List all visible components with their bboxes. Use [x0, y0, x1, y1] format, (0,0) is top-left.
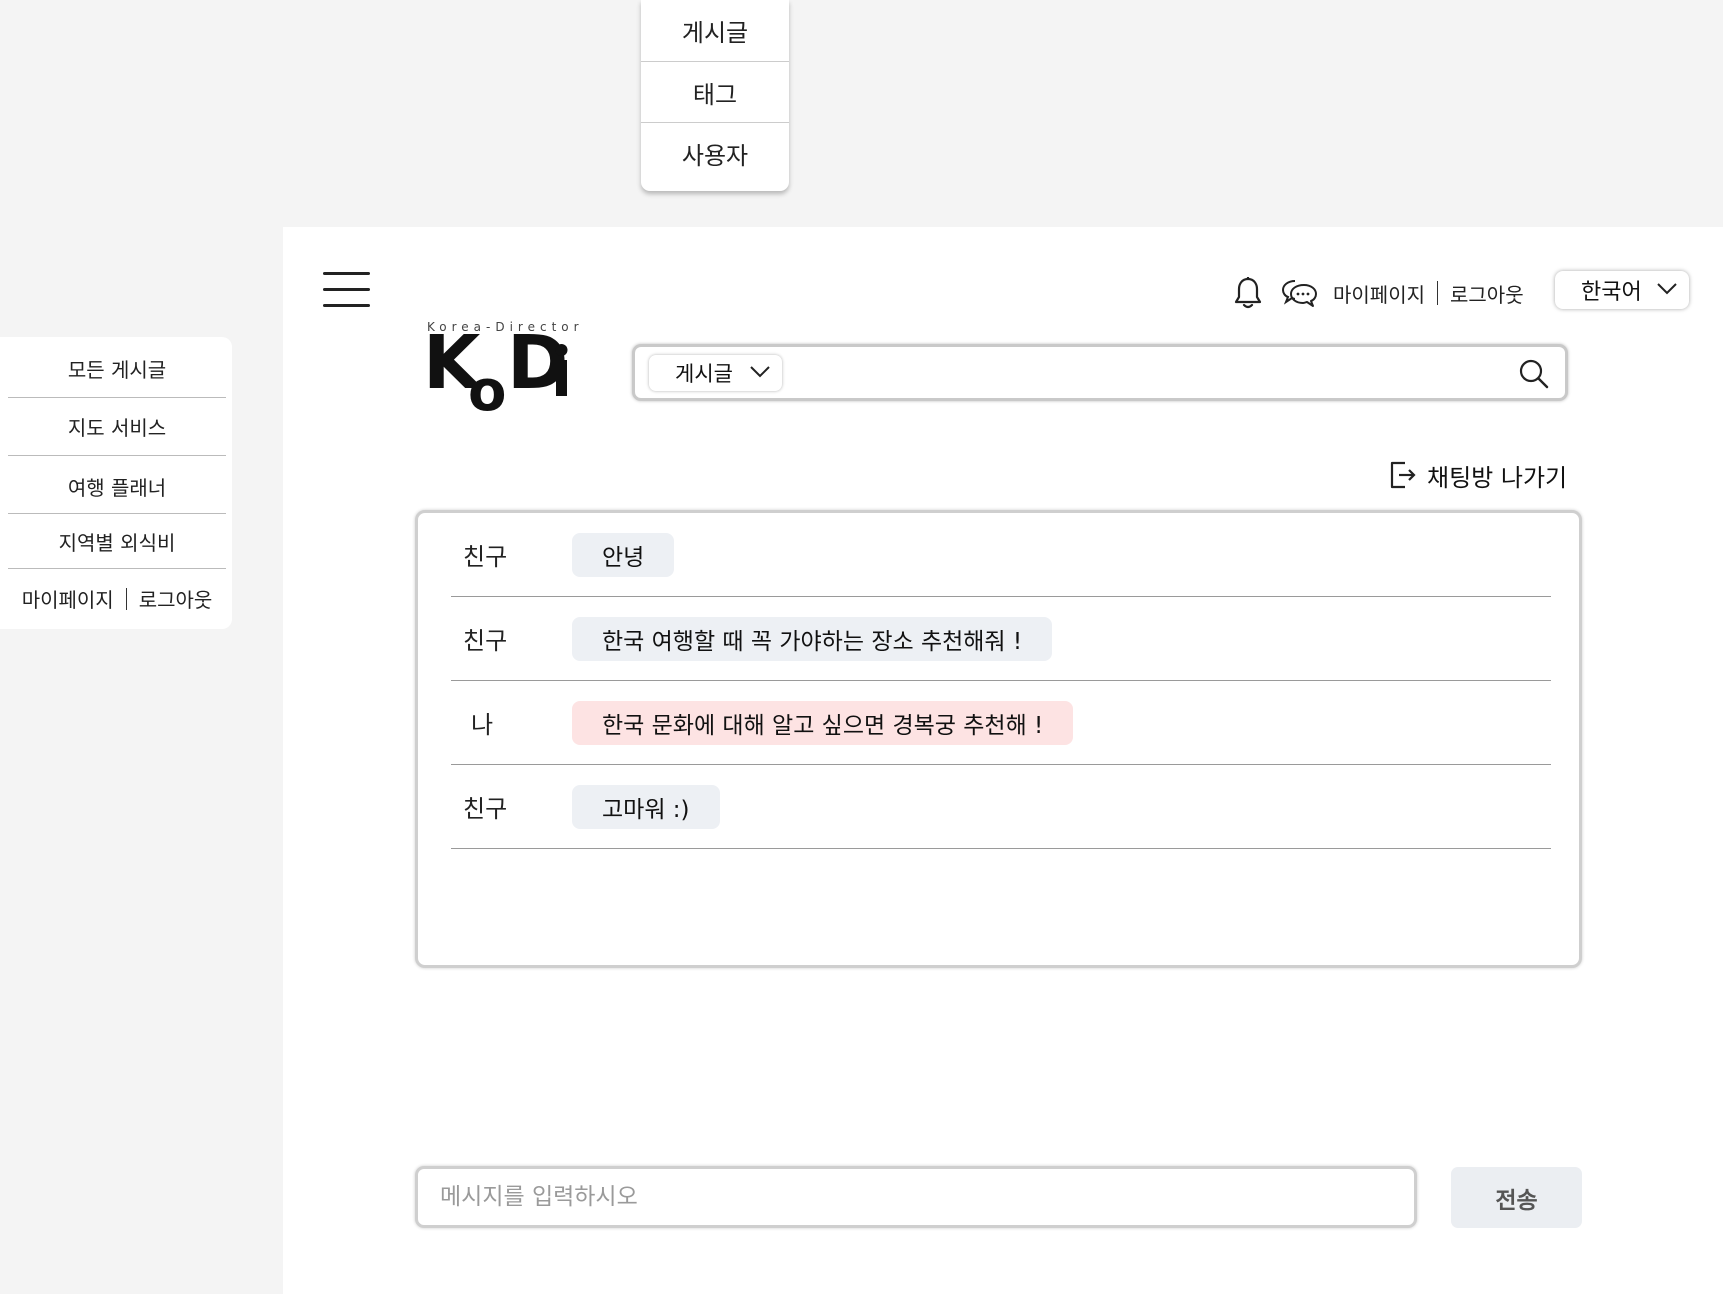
message-sender: 친구 [463, 627, 508, 655]
divider [125, 587, 127, 610]
message-bubble: 안녕 [572, 533, 675, 577]
message-input[interactable] [418, 1169, 1414, 1225]
send-button[interactable]: 전송 [1451, 1167, 1582, 1228]
logout-link[interactable]: 로그아웃 [1450, 279, 1524, 308]
dropdown-option-tags[interactable]: 태그 [641, 61, 789, 122]
side-menu-mypage-link[interactable]: 마이페이지 [22, 584, 114, 613]
divider [8, 455, 226, 456]
hamburger-menu-icon[interactable] [323, 272, 370, 307]
logo-wordmark: K o D [423, 332, 571, 424]
side-menu-item-dining-cost[interactable]: 지역별 외식비 [8, 513, 226, 570]
side-menu-account-row: 마이페이지 로그아웃 [8, 570, 226, 627]
message-sender: 친구 [463, 543, 508, 571]
search-input[interactable] [795, 353, 1495, 393]
message-bubble: 고마워 :) [572, 785, 720, 829]
leave-chat-label: 채팅방 나가기 [1427, 463, 1568, 492]
chat-message: 친구 한국 여행할 때 꼭 가야하는 장소 추천해줘 ! [451, 597, 1551, 681]
leave-chat-button[interactable]: 채팅방 나가기 [1389, 459, 1568, 492]
divider [1437, 281, 1438, 305]
top-bar: 마이페이지 로그아웃 [1233, 275, 1524, 311]
message-bubble: 한국 문화에 대해 알고 싶으면 경복궁 추천해 ! [572, 701, 1074, 745]
search-type-dropdown-menu: 게시글 태그 사용자 [641, 0, 789, 191]
message-sender: 친구 [463, 795, 508, 823]
bell-icon[interactable] [1233, 276, 1263, 310]
search-bar: 게시글 [632, 344, 1568, 401]
dropdown-option-users[interactable]: 사용자 [641, 122, 789, 183]
search-type-label: 게시글 [675, 362, 733, 386]
side-menu-item-all-posts[interactable]: 모든 게시글 [8, 340, 226, 397]
language-select[interactable]: 한국어 [1555, 271, 1689, 309]
chat-icon[interactable] [1281, 277, 1319, 309]
divider [8, 568, 226, 569]
side-menu: 모든 게시글 지도 서비스 여행 플래너 지역별 외식비 마이페이지 로그아웃 [0, 337, 232, 629]
chevron-down-icon [1657, 283, 1677, 295]
search-type-select[interactable]: 게시글 [649, 355, 782, 391]
exit-icon [1390, 461, 1416, 489]
side-menu-logout-link[interactable]: 로그아웃 [139, 584, 213, 613]
message-bubble: 한국 여행할 때 꼭 가야하는 장소 추천해줘 ! [572, 617, 1053, 661]
svg-text:o: o [468, 359, 506, 424]
app-screen: 게시글 태그 사용자 모든 게시글 지도 서비스 여행 플래너 지역별 외식비 … [0, 0, 1723, 1294]
mypage-link[interactable]: 마이페이지 [1333, 279, 1425, 308]
chat-message: 친구 안녕 [451, 513, 1551, 597]
chevron-down-icon [750, 366, 770, 378]
chat-message: 나 한국 문화에 대해 알고 싶으면 경복궁 추천해 ! [451, 681, 1551, 765]
language-label: 한국어 [1581, 280, 1642, 305]
kodi-logo[interactable]: Korea-Director K o D [423, 320, 583, 424]
chat-message-list: 친구 안녕 친구 한국 여행할 때 꼭 가야하는 장소 추천해줘 ! 나 한국 … [415, 510, 1582, 968]
message-input-box [415, 1166, 1417, 1228]
chat-message: 친구 고마워 :) [451, 765, 1551, 849]
message-sender: 나 [471, 711, 494, 739]
side-menu-item-planner[interactable]: 여행 플래너 [8, 458, 226, 515]
search-icon[interactable] [1519, 359, 1549, 393]
side-menu-item-map[interactable]: 지도 서비스 [8, 398, 226, 455]
dropdown-option-posts[interactable]: 게시글 [641, 0, 789, 61]
main-panel: 마이페이지 로그아웃 한국어 Korea-Director K o D 게시글 [283, 227, 1723, 1294]
